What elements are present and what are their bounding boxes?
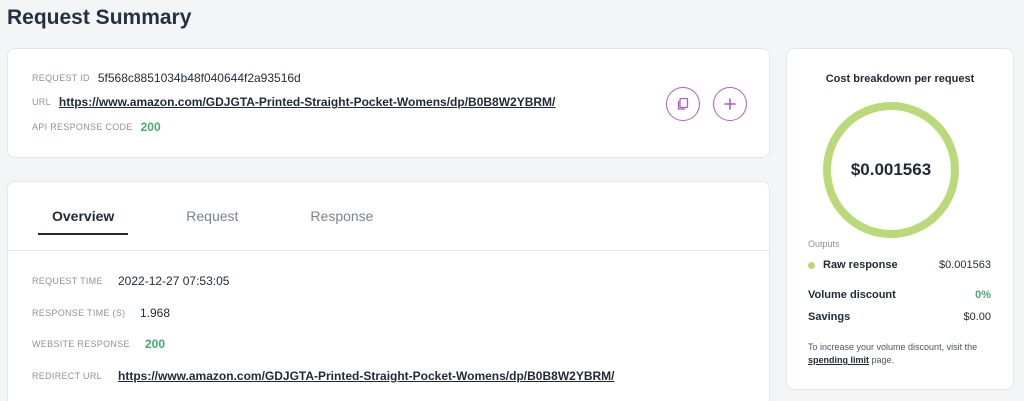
raw-response-value: $0.001563 <box>939 259 991 271</box>
copy-icon <box>677 97 689 110</box>
redirect-url-link[interactable]: https://www.amazon.com/GDJGTA-Printed-St… <box>118 369 614 383</box>
note-text-before: To increase your volume discount, visit … <box>808 342 978 352</box>
request-time-row: REQUEST TIME 2022-12-27 07:53:05 <box>32 274 229 288</box>
request-time-value: 2022-12-27 07:53:05 <box>118 274 230 288</box>
savings-label: Savings <box>808 311 851 323</box>
request-url-link[interactable]: https://www.amazon.com/GDJGTA-Printed-St… <box>59 95 555 109</box>
api-code-row: API RESPONSE CODE 200 <box>32 120 161 134</box>
volume-discount-value: 0% <box>975 289 991 301</box>
request-summary-card: REQUEST ID 5f568c8851034b48f040644f2a935… <box>7 48 770 158</box>
note-text-after: page. <box>869 355 895 365</box>
savings-row: Savings $0.00 <box>808 311 991 323</box>
page-title: Request Summary <box>7 6 192 29</box>
raw-response-label: Raw response <box>823 259 898 271</box>
response-time-row: RESPONSE TIME (S) 1.968 <box>32 306 170 320</box>
redirect-url-label: REDIRECT URL <box>32 371 102 381</box>
legend-dot-icon <box>808 261 815 269</box>
api-code-value: 200 <box>140 120 161 134</box>
response-time-label: RESPONSE TIME (S) <box>32 308 126 318</box>
request-id-value: 5f568c8851034b48f040644f2a93516d <box>97 71 301 85</box>
website-response-row: WEBSITE RESPONSE 200 <box>32 337 165 351</box>
spending-limit-link[interactable]: spending limit <box>808 355 869 365</box>
tab-request[interactable]: Request <box>172 200 252 235</box>
api-code-label: API RESPONSE CODE <box>32 122 133 132</box>
cost-total: $0.001563 <box>850 160 932 179</box>
copy-button[interactable] <box>666 87 700 121</box>
savings-value: $0.00 <box>963 311 991 323</box>
volume-discount-label: Volume discount <box>808 289 896 301</box>
details-tabs: Overview Request Response <box>38 200 431 235</box>
website-response-label: WEBSITE RESPONSE <box>32 339 130 349</box>
request-id-row: REQUEST ID 5f568c8851034b48f040644f2a935… <box>32 71 301 85</box>
cost-ring: $0.001563 <box>823 102 959 238</box>
tab-divider <box>8 250 769 251</box>
request-details-card: Overview Request Response REQUEST TIME 2… <box>7 181 770 401</box>
cost-breakdown-card: Cost breakdown per request $0.001563 Out… <box>786 48 1014 390</box>
outputs-label: Outputs <box>808 239 840 249</box>
url-label: URL <box>32 97 51 107</box>
raw-response-name: Raw response <box>808 259 898 271</box>
url-row: URL https://www.amazon.com/GDJGTA-Printe… <box>32 95 555 109</box>
request-id-label: REQUEST ID <box>32 73 90 83</box>
plus-icon <box>724 98 736 110</box>
raw-response-row: Raw response $0.001563 <box>808 259 991 271</box>
volume-discount-note: To increase your volume discount, visit … <box>808 341 999 367</box>
tab-overview[interactable]: Overview <box>38 200 129 235</box>
add-button[interactable] <box>713 87 747 121</box>
cost-breakdown-title: Cost breakdown per request <box>825 73 975 85</box>
volume-discount-row: Volume discount 0% <box>808 289 991 301</box>
redirect-url-row: REDIRECT URL https://www.amazon.com/GDJG… <box>32 369 614 383</box>
tab-response[interactable]: Response <box>296 200 387 235</box>
request-time-label: REQUEST TIME <box>32 276 103 286</box>
response-time-value: 1.968 <box>140 306 171 320</box>
website-response-value: 200 <box>145 337 166 351</box>
